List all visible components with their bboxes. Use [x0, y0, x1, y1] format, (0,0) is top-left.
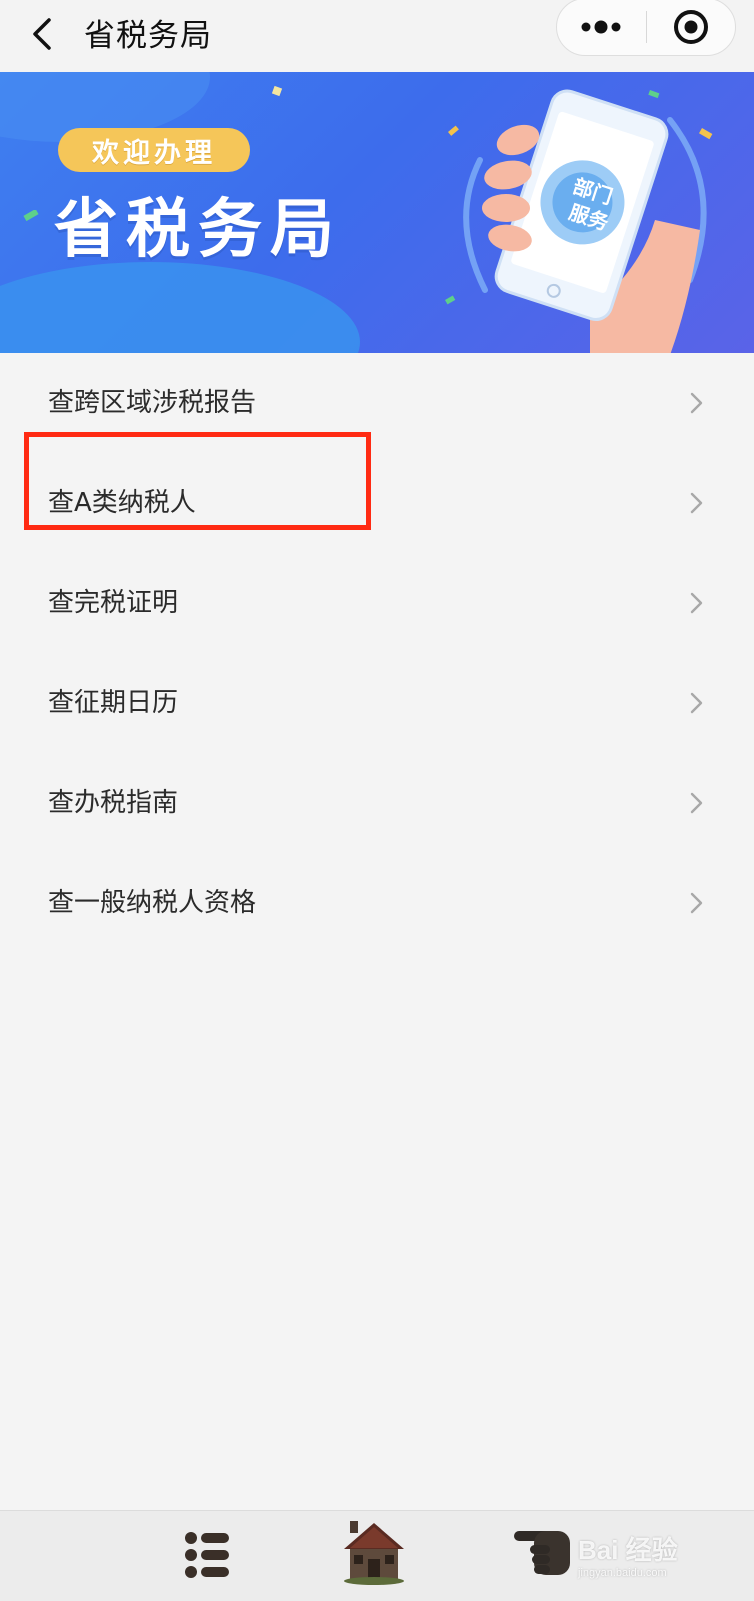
menu-item-label: 查A类纳税人	[48, 488, 196, 518]
banner-title: 省税务局	[54, 193, 342, 267]
menu-item-cross-region-tax-report[interactable]: 查跨区域涉税报告	[0, 353, 754, 453]
service-menu: 查跨区域涉税报告 查A类纳税人 查完税证明 查征期日历 查办税指南 查一般纳税人…	[0, 353, 754, 953]
menu-item-label: 查一般纳税人资格	[48, 888, 257, 918]
page-title: 省税务局	[84, 18, 212, 54]
chevron-right-icon	[690, 892, 703, 914]
back-button[interactable]	[22, 12, 62, 56]
welcome-badge: 欢迎办理	[58, 128, 250, 172]
menu-item-filing-calendar[interactable]: 查征期日历	[0, 653, 754, 753]
menu-item-tax-payment-certificate[interactable]: 查完税证明	[0, 553, 754, 653]
menu-item-label: 查跨区域涉税报告	[48, 388, 257, 418]
banner: 欢迎办理 省税务局 部门 服务	[0, 72, 754, 353]
menu-item-tax-guide[interactable]: 查办税指南	[0, 753, 754, 853]
title-bar: 省税务局	[0, 0, 754, 72]
close-button[interactable]	[647, 0, 735, 55]
chevron-right-icon	[690, 692, 703, 714]
baidu-jingyan-watermark: Bai 经验 jingyan.baidu.com	[578, 1530, 678, 1579]
confetti-decoration	[23, 210, 39, 222]
more-dots-icon	[581, 20, 621, 34]
banner-decoration	[0, 262, 360, 353]
pointing-hand-icon[interactable]	[512, 1525, 576, 1581]
phone-hand-illustration: 部门 服务	[445, 89, 713, 353]
menu-item-label: 查完税证明	[48, 588, 179, 618]
target-circle-icon	[674, 10, 708, 44]
list-icon[interactable]	[184, 1529, 232, 1581]
chevron-right-icon	[690, 592, 703, 614]
menu-item-label: 查办税指南	[48, 788, 179, 818]
chevron-right-icon	[690, 392, 703, 414]
mini-program-capsule	[556, 0, 736, 56]
confetti-decoration	[271, 85, 283, 97]
chevron-right-icon	[690, 792, 703, 814]
menu-item-general-taxpayer-status[interactable]: 查一般纳税人资格	[0, 853, 754, 953]
menu-item-class-a-taxpayer[interactable]: 查A类纳税人	[0, 453, 754, 553]
home-icon[interactable]	[342, 1519, 406, 1585]
watermark-subtext: jingyan.baidu.com	[578, 1567, 667, 1579]
more-button[interactable]	[557, 0, 645, 55]
chevron-right-icon	[690, 492, 703, 514]
menu-item-label: 查征期日历	[48, 688, 179, 718]
chevron-left-icon	[33, 18, 51, 50]
watermark-text: Bai 经验	[578, 1535, 678, 1565]
